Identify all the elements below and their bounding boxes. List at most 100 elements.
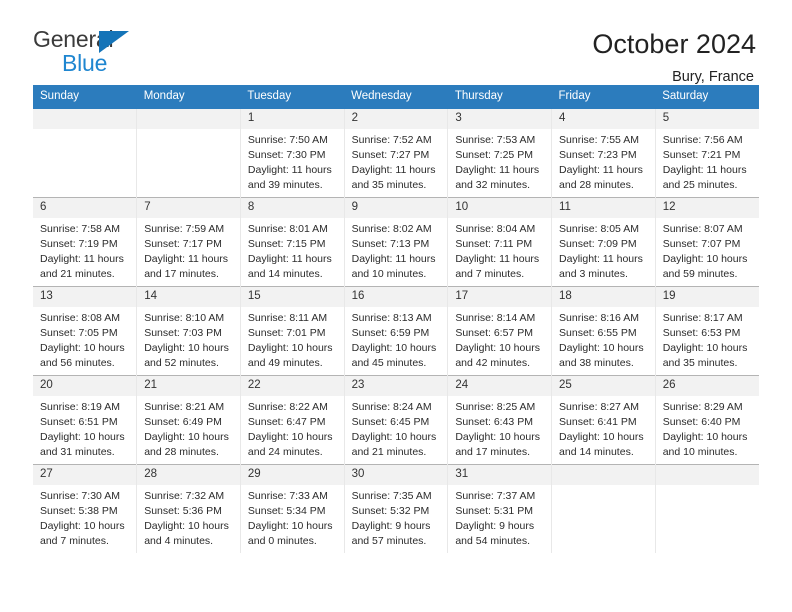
- day-details: Sunrise: 8:25 AM Sunset: 6:43 PM Daylight:…: [448, 396, 551, 460]
- daylight-duration-line2: and 52 minutes.: [144, 356, 219, 369]
- calendar-day-cell[interactable]: 29 Sunrise: 7:33 AM Sunset: 5:34 PM Dayligh…: [240, 463, 345, 553]
- general-blue-logo[interactable]: General Blue: [33, 28, 153, 80]
- day-number: [33, 108, 137, 129]
- daylight-duration-line2: and 7 minutes.: [40, 534, 109, 547]
- day-number: 24: [448, 375, 552, 396]
- daylight-duration-line2: and 35 minutes.: [351, 178, 427, 191]
- daylight-duration-line1: Daylight: 11 hours: [351, 252, 436, 265]
- day-details: Sunrise: 7:56 AM Sunset: 7:21 PM Daylight:…: [656, 129, 759, 193]
- daylight-duration-line2: and 14 minutes.: [559, 445, 634, 458]
- sunset-time: Sunset: 6:45 PM: [351, 415, 430, 428]
- daylight-duration-line1: Daylight: 10 hours: [351, 430, 437, 443]
- day-number: 17: [448, 286, 552, 307]
- day-number: 20: [33, 375, 137, 396]
- calendar-day-cell[interactable]: 16 Sunrise: 8:13 AM Sunset: 6:59 PM Dayligh…: [344, 285, 449, 376]
- sunset-time: Sunset: 5:36 PM: [144, 504, 222, 517]
- calendar-day-cell[interactable]: 23 Sunrise: 8:24 AM Sunset: 6:45 PM Dayligh…: [344, 374, 449, 465]
- calendar-day-cell[interactable]: 18 Sunrise: 8:16 AM Sunset: 6:55 PM Dayligh…: [551, 285, 656, 376]
- weekday-header-saturday: Saturday: [655, 85, 759, 109]
- day-details: Sunrise: 7:32 AM Sunset: 5:36 PM Daylight:…: [137, 485, 240, 549]
- calendar-day-cell[interactable]: 13 Sunrise: 8:08 AM Sunset: 7:05 PM Dayligh…: [33, 285, 138, 376]
- daylight-duration-line1: Daylight: 10 hours: [455, 341, 540, 354]
- sunrise-time: Sunrise: 8:07 AM: [662, 222, 743, 235]
- calendar-day-cell[interactable]: 12 Sunrise: 8:07 AM Sunset: 7:07 PM Dayligh…: [655, 196, 759, 287]
- calendar-day-cell[interactable]: 6 Sunrise: 7:58 AM Sunset: 7:19 PM Daylight…: [33, 196, 138, 287]
- sunrise-time: Sunrise: 7:33 AM: [247, 489, 328, 502]
- daylight-duration-line2: and 10 minutes.: [662, 445, 738, 458]
- day-number: 11: [552, 197, 655, 218]
- sunset-time: Sunset: 7:13 PM: [351, 237, 430, 250]
- sunset-time: Sunset: 6:47 PM: [247, 415, 326, 428]
- day-details: Sunrise: 7:58 AM Sunset: 7:19 PM Daylight:…: [33, 218, 136, 282]
- sunrise-time: Sunrise: 8:29 AM: [662, 400, 743, 413]
- day-details: Sunrise: 8:16 AM Sunset: 6:55 PM Daylight:…: [552, 307, 655, 371]
- sunset-time: Sunset: 7:01 PM: [247, 326, 326, 339]
- daylight-duration-line2: and 0 minutes.: [247, 534, 317, 547]
- day-number: 7: [137, 197, 240, 218]
- calendar-day-cell[interactable]: 22 Sunrise: 8:22 AM Sunset: 6:47 PM Dayligh…: [240, 374, 345, 465]
- day-number: 27: [33, 464, 137, 485]
- calendar-page: General Blue October 2024 Bury, France S…: [0, 0, 792, 612]
- calendar-day-cell[interactable]: 20 Sunrise: 8:19 AM Sunset: 6:51 PM Dayligh…: [33, 374, 138, 465]
- calendar-day-cell[interactable]: 17 Sunrise: 8:14 AM Sunset: 6:57 PM Dayligh…: [447, 285, 553, 376]
- calendar-day-cell[interactable]: 19 Sunrise: 8:17 AM Sunset: 6:53 PM Dayligh…: [655, 285, 759, 376]
- daylight-duration-line1: Daylight: 10 hours: [40, 430, 125, 443]
- calendar-day-cell[interactable]: 1 Sunrise: 7:50 AM Sunset: 7:30 PM Daylight…: [240, 108, 345, 198]
- day-number: 10: [448, 197, 552, 218]
- calendar-day-cell[interactable]: 26 Sunrise: 8:29 AM Sunset: 6:40 PM Dayligh…: [655, 374, 759, 465]
- calendar-day-cell[interactable]: 15 Sunrise: 8:11 AM Sunset: 7:01 PM Dayligh…: [240, 285, 345, 376]
- sunrise-time: Sunrise: 8:02 AM: [351, 222, 432, 235]
- daylight-duration-line2: and 21 minutes.: [351, 445, 427, 458]
- daylight-duration-line1: Daylight: 11 hours: [247, 163, 332, 176]
- daylight-duration-line2: and 28 minutes.: [144, 445, 219, 458]
- calendar-day-cell[interactable]: 5 Sunrise: 7:56 AM Sunset: 7:21 PM Daylight…: [655, 108, 759, 198]
- calendar-day-cell[interactable]: 3 Sunrise: 7:53 AM Sunset: 7:25 PM Daylight…: [447, 108, 553, 198]
- calendar-day-cell[interactable]: 14 Sunrise: 8:10 AM Sunset: 7:03 PM Dayligh…: [136, 285, 241, 376]
- calendar-day-cell[interactable]: 30 Sunrise: 7:35 AM Sunset: 5:32 PM Dayligh…: [344, 463, 449, 553]
- calendar-day-cell[interactable]: 8 Sunrise: 8:01 AM Sunset: 7:15 PM Daylight…: [240, 196, 345, 287]
- calendar-day-cell-empty: [136, 108, 241, 198]
- calendar-day-cell[interactable]: 4 Sunrise: 7:55 AM Sunset: 7:23 PM Daylight…: [551, 108, 656, 198]
- daylight-duration-line2: and 32 minutes.: [455, 178, 531, 191]
- sunset-time: Sunset: 6:51 PM: [40, 415, 118, 428]
- day-details: Sunrise: 8:19 AM Sunset: 6:51 PM Daylight:…: [33, 396, 136, 460]
- calendar-day-cell[interactable]: 10 Sunrise: 8:04 AM Sunset: 7:11 PM Dayligh…: [447, 196, 553, 287]
- daylight-duration-line1: Daylight: 11 hours: [40, 252, 124, 265]
- daylight-duration-line2: and 59 minutes.: [662, 267, 738, 280]
- calendar-week-row: 13 Sunrise: 8:08 AM Sunset: 7:05 PM Dayligh…: [33, 285, 759, 376]
- day-details: Sunrise: 8:01 AM Sunset: 7:15 PM Daylight:…: [241, 218, 344, 282]
- daylight-duration-line1: Daylight: 10 hours: [40, 341, 125, 354]
- day-number: 8: [240, 197, 344, 218]
- calendar-day-cell[interactable]: 9 Sunrise: 8:02 AM Sunset: 7:13 PM Daylight…: [344, 196, 449, 287]
- calendar-day-cell[interactable]: 7 Sunrise: 7:59 AM Sunset: 7:17 PM Daylight…: [136, 196, 241, 287]
- day-number: 26: [655, 375, 759, 396]
- calendar-week-row: 6 Sunrise: 7:58 AM Sunset: 7:19 PM Daylight…: [33, 196, 759, 287]
- sunrise-time: Sunrise: 8:27 AM: [559, 400, 639, 413]
- calendar-day-cell[interactable]: 2 Sunrise: 7:52 AM Sunset: 7:27 PM Daylight…: [344, 108, 449, 198]
- calendar-day-cell[interactable]: 28 Sunrise: 7:32 AM Sunset: 5:36 PM Dayligh…: [136, 463, 241, 553]
- day-number: 4: [552, 108, 655, 129]
- day-details: Sunrise: 8:29 AM Sunset: 6:40 PM Daylight:…: [656, 396, 759, 460]
- sunrise-time: Sunrise: 8:21 AM: [144, 400, 225, 413]
- calendar-day-cell[interactable]: 25 Sunrise: 8:27 AM Sunset: 6:41 PM Dayligh…: [551, 374, 656, 465]
- calendar-day-cell[interactable]: 24 Sunrise: 8:25 AM Sunset: 6:43 PM Dayligh…: [447, 374, 553, 465]
- calendar-day-cell[interactable]: 31 Sunrise: 7:37 AM Sunset: 5:31 PM Dayligh…: [447, 463, 553, 553]
- day-details: Sunrise: 7:37 AM Sunset: 5:31 PM Daylight:…: [448, 485, 551, 549]
- daylight-duration-line2: and 17 minutes.: [144, 267, 219, 280]
- day-details: Sunrise: 8:02 AM Sunset: 7:13 PM Daylight:…: [345, 218, 448, 282]
- daylight-duration-line1: Daylight: 11 hours: [559, 252, 643, 265]
- day-number: 6: [33, 197, 137, 218]
- sunrise-time: Sunrise: 8:04 AM: [455, 222, 536, 235]
- calendar-day-cell[interactable]: 11 Sunrise: 8:05 AM Sunset: 7:09 PM Dayligh…: [551, 196, 656, 287]
- sunrise-time: Sunrise: 8:10 AM: [144, 311, 225, 324]
- sunset-time: Sunset: 7:17 PM: [144, 237, 222, 250]
- sunset-time: Sunset: 6:53 PM: [662, 326, 741, 339]
- day-number: 19: [655, 286, 759, 307]
- day-details: Sunrise: 8:21 AM Sunset: 6:49 PM Daylight:…: [137, 396, 240, 460]
- sunset-time: Sunset: 7:03 PM: [144, 326, 222, 339]
- calendar-day-cell[interactable]: 27 Sunrise: 7:30 AM Sunset: 5:38 PM Dayligh…: [33, 463, 138, 553]
- calendar-day-cell[interactable]: 21 Sunrise: 8:21 AM Sunset: 6:49 PM Dayligh…: [136, 374, 241, 465]
- daylight-duration-line2: and 35 minutes.: [662, 356, 738, 369]
- day-number: 5: [655, 108, 759, 129]
- calendar-week-row: 20 Sunrise: 8:19 AM Sunset: 6:51 PM Dayligh…: [33, 374, 759, 465]
